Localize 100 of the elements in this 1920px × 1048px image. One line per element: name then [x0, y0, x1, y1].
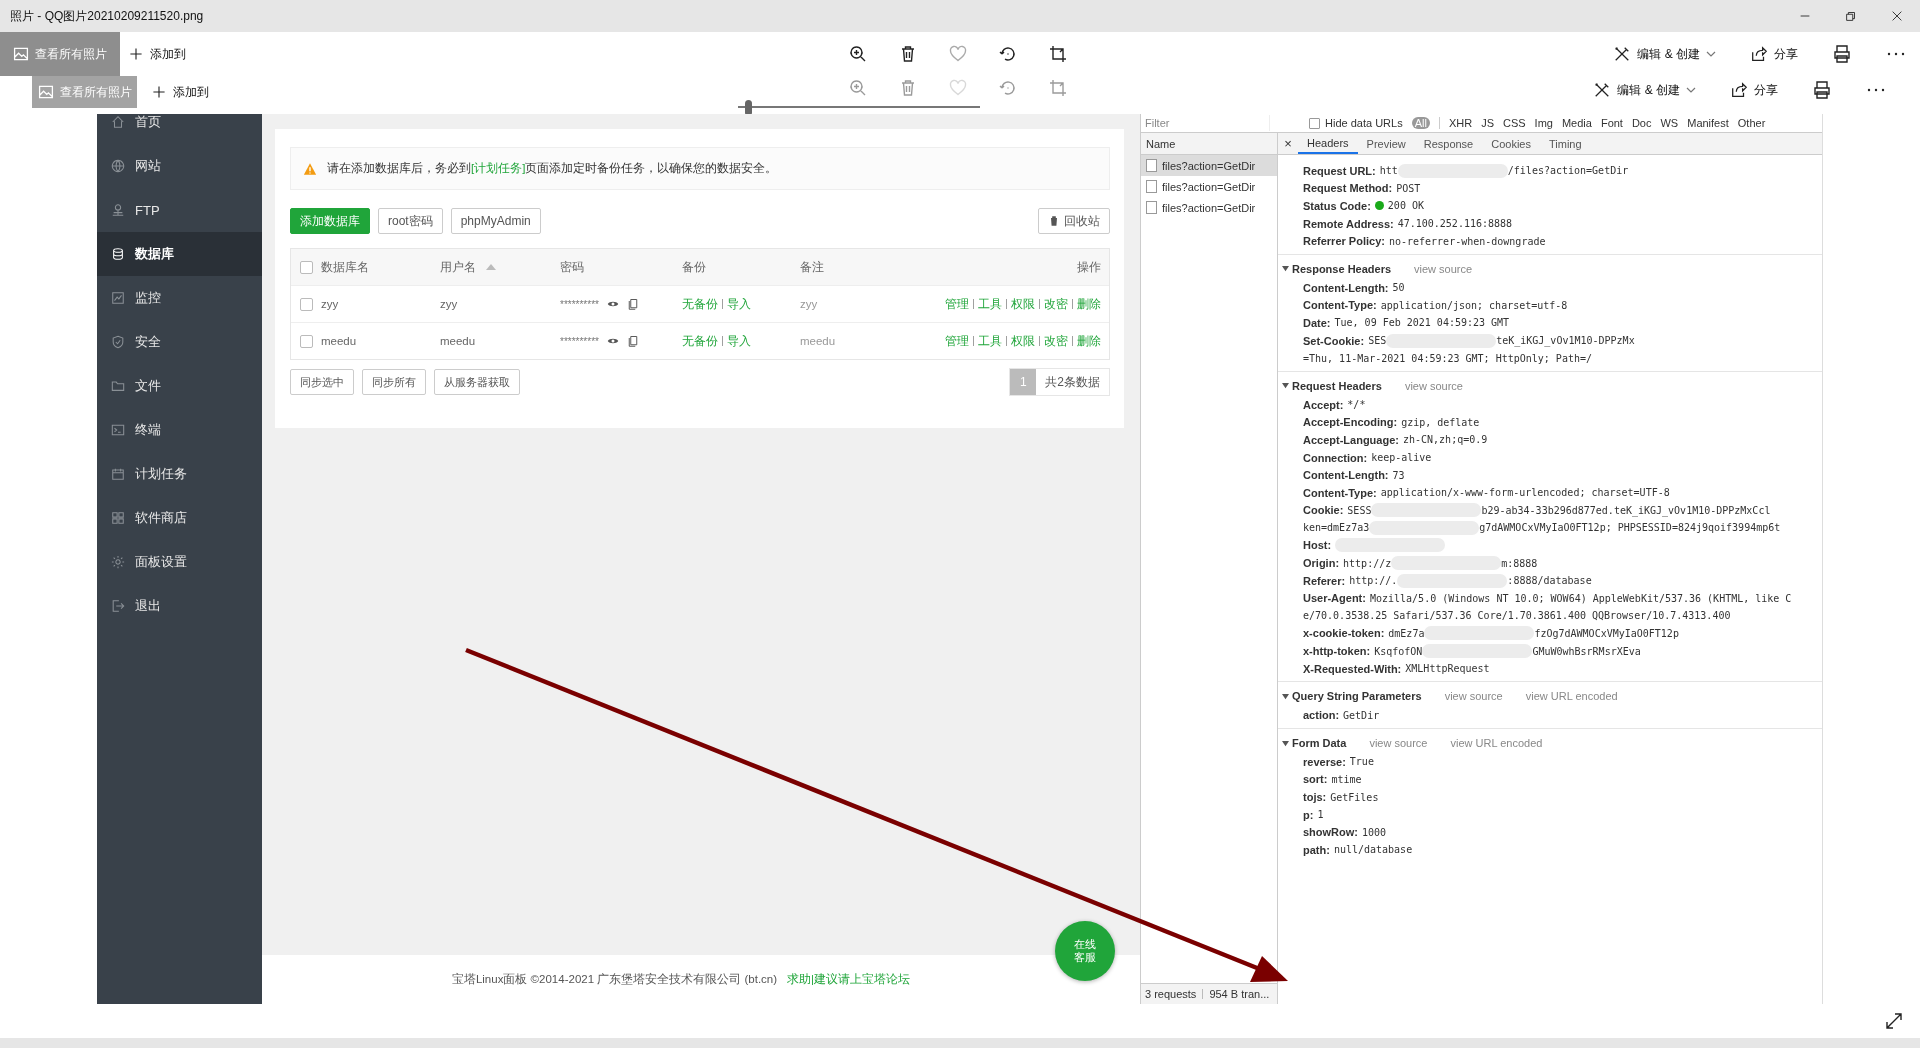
request-row[interactable]: files?action=GetDir [1141, 155, 1277, 176]
password-mask: ********** [560, 298, 599, 310]
section-title[interactable]: Response Headers [1292, 262, 1392, 275]
tab[interactable]: Timing [1540, 133, 1591, 154]
header-value: 50 [1392, 282, 1405, 294]
view-link[interactable]: view source [1444, 690, 1503, 703]
copy-icon[interactable] [626, 298, 639, 310]
expand-triangle-icon[interactable] [1282, 739, 1289, 747]
type-filter[interactable]: XHR [1448, 117, 1473, 129]
sidebar-item[interactable]: 安全 [97, 320, 262, 364]
header-name: Request URL: [1303, 164, 1376, 177]
edit-create-button[interactable]: 编辑 & 创建 [1613, 45, 1716, 63]
column-header: 备注 [800, 259, 825, 275]
type-filter[interactable]: Font [1600, 117, 1623, 129]
separator: | [972, 296, 975, 311]
view-link[interactable]: view source [1404, 379, 1463, 392]
sidebar-item[interactable]: 文件 [97, 364, 262, 408]
shield-icon [111, 335, 125, 349]
sidebar-item[interactable]: 退出 [97, 584, 262, 628]
view-link[interactable]: view source [1369, 737, 1428, 750]
column-header: 密码 [560, 259, 585, 275]
section-title[interactable]: Request Headers [1292, 379, 1382, 392]
select-all-checkbox[interactable] [299, 260, 313, 274]
header-value: b29-ab34-33b296d877ed.teK_iKGJ_vOv1M10-DPPzMxCcl [1481, 504, 1771, 516]
recycle-bin-button[interactable]: 回收站 [1038, 208, 1110, 234]
header-name: X-Requested-With: [1303, 662, 1402, 675]
copy-icon[interactable] [626, 335, 639, 347]
header-value: :8888/database [1507, 575, 1592, 587]
view-link[interactable]: view URL encoded [1525, 690, 1618, 703]
tab[interactable]: Response [1414, 133, 1483, 154]
share-button[interactable]: 分享 [1730, 81, 1778, 99]
expand-triangle-icon[interactable] [1282, 265, 1289, 273]
crop-icon[interactable] [1048, 44, 1068, 64]
sidebar-item[interactable]: 软件商店 [97, 496, 262, 540]
view-link[interactable]: view URL encoded [1450, 737, 1543, 750]
table-cell-text: zyy [321, 298, 340, 310]
column-header[interactable]: 用户名 [440, 259, 560, 275]
type-filter[interactable]: CSS [1502, 117, 1526, 129]
header-name: p: [1303, 808, 1314, 821]
header-value: /files?action=GetDir [1507, 165, 1629, 177]
expand-icon[interactable] [1884, 1011, 1904, 1031]
checkbox-label: Hide data URLs [1325, 117, 1403, 129]
type-filter[interactable]: Other [1737, 117, 1766, 129]
type-filter[interactable]: Doc [1631, 117, 1652, 129]
header-name: User-Agent: [1303, 592, 1366, 605]
header-name: Status Code: [1303, 200, 1371, 212]
header-value: dmEz7a [1388, 627, 1425, 639]
row-checkbox[interactable] [299, 334, 313, 348]
tab[interactable]: Preview [1357, 133, 1415, 154]
toolbar-button[interactable]: root密码 [378, 208, 443, 234]
close-button[interactable]: × [1278, 133, 1298, 154]
header-name: Connection: [1303, 451, 1368, 464]
type-filter[interactable]: Media [1561, 117, 1592, 129]
printer-icon[interactable] [1832, 44, 1852, 64]
zoom-in-icon[interactable] [848, 44, 868, 64]
column-header: 数据库名 [321, 259, 370, 275]
row-checkbox[interactable] [299, 297, 313, 311]
expand-triangle-icon[interactable] [1282, 382, 1289, 390]
sidebar-item[interactable]: 网站 [97, 144, 262, 188]
section-title[interactable]: Query String Parameters [1292, 690, 1422, 703]
table-cell-text: zyy [440, 298, 459, 310]
sidebar-item[interactable]: 数据库 [97, 232, 262, 276]
view-link[interactable]: view source [1414, 262, 1473, 275]
toolbar-button[interactable]: phpMyAdmin [450, 208, 541, 234]
image-icon [13, 46, 29, 62]
hide-data-urls-checkbox[interactable] [1309, 117, 1320, 129]
sidebar-item[interactable]: 面板设置 [97, 540, 262, 584]
expand-triangle-icon[interactable] [1282, 692, 1289, 700]
share-button[interactable]: 分享 [1750, 45, 1798, 63]
type-filter[interactable]: JS [1481, 117, 1494, 129]
tab[interactable]: Cookies [1482, 133, 1540, 154]
header-value: Tue, 09 Feb 2021 04:59:23 GMT [1334, 317, 1510, 329]
tab[interactable]: Headers [1298, 133, 1358, 154]
section-title[interactable]: Form Data [1292, 737, 1347, 750]
sidebar-item[interactable]: 终端 [97, 408, 262, 452]
sidebar-item[interactable]: 监控 [97, 276, 262, 320]
sidebar-item[interactable]: 计划任务 [97, 452, 262, 496]
plus-icon [151, 84, 167, 100]
header-name: reverse: [1303, 755, 1346, 768]
edit-create-button[interactable]: 编辑 & 创建 [1593, 81, 1696, 99]
sync-button[interactable]: 从服务器获取 [434, 369, 520, 395]
request-row[interactable]: files?action=GetDir [1141, 197, 1277, 218]
add-to-button[interactable]: 添加到 [128, 45, 186, 63]
request-row[interactable]: files?action=GetDir [1141, 176, 1277, 197]
sidebar-item[interactable]: FTP [97, 188, 262, 232]
sync-button[interactable]: 同步所有 [362, 369, 426, 395]
header-value: 1000 [1362, 826, 1387, 838]
sync-button[interactable]: 同步选中 [290, 369, 354, 395]
type-filter[interactable]: WS [1660, 117, 1679, 129]
type-filter[interactable]: Img [1534, 117, 1553, 129]
header-value: SES [1368, 335, 1387, 347]
network-icon [111, 203, 125, 217]
add-to-button[interactable]: 添加到 [151, 83, 209, 101]
sidebar-item[interactable]: 首页 [97, 114, 262, 144]
gear-icon [111, 555, 125, 569]
printer-icon[interactable] [1812, 80, 1832, 100]
rotate-icon[interactable] [998, 44, 1018, 64]
exit-icon [111, 599, 125, 613]
type-filter[interactable]: Manifest [1687, 117, 1729, 129]
zoom-slider[interactable] [738, 100, 980, 114]
